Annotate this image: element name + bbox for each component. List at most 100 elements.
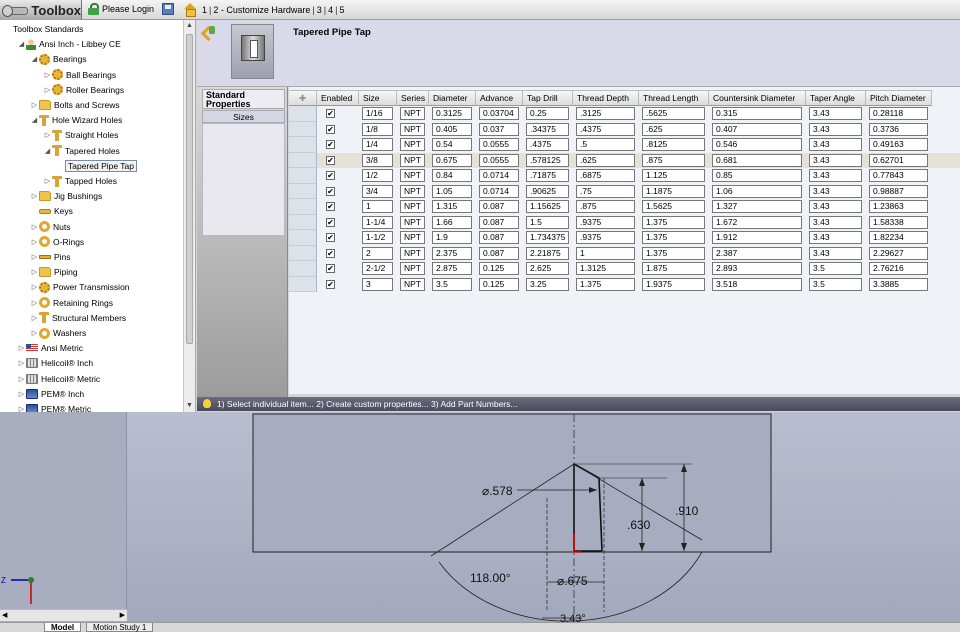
row-header[interactable] [289,276,317,292]
cell-tap-drill[interactable]: 2.625 [526,262,569,275]
cell-pitch[interactable]: 1.82234 [869,231,928,244]
cell-diameter[interactable]: 2.875 [432,262,472,275]
expand-icon[interactable]: ▷ [30,268,39,276]
expand-icon[interactable]: ▷ [43,86,52,94]
tree-item[interactable]: ▷ Retaining Rings [30,296,113,310]
cell-countersink[interactable]: 2.387 [712,246,802,260]
save-icon[interactable] [162,3,174,15]
standard-properties-header[interactable]: Standard Properties [202,89,285,109]
cell-size[interactable]: 3/4 [362,184,393,198]
cell-taper[interactable]: 3.43 [809,246,862,260]
cell-taper[interactable]: 3.5 [809,262,862,275]
expand-icon[interactable]: ▷ [30,329,39,337]
cell-taper[interactable]: 3.43 [809,122,862,136]
enabled-checkbox[interactable]: ✔ [326,171,335,180]
cell-pitch[interactable]: 0.28118 [869,107,928,120]
cell-tap-drill[interactable]: 0.25 [526,107,569,120]
tree-item[interactable]: ▷ Power Transmission [30,280,130,294]
cell-tap-drill[interactable]: .71875 [526,169,569,182]
row-header[interactable] [289,199,317,215]
cell-tap-drill[interactable]: .90625 [526,184,569,198]
expand-icon[interactable]: ▷ [17,344,26,352]
enabled-checkbox[interactable]: ✔ [326,279,335,289]
column-header[interactable]: Size [359,90,397,106]
tree-item[interactable]: ▷ PEM® Inch [17,387,84,401]
expand-icon[interactable]: ▷ [17,359,26,367]
cell-advance[interactable]: 0.087 [479,246,519,260]
tree-item[interactable]: ◢ Bearings [30,52,87,66]
tree-item[interactable]: ◢ Ansi Inch - Libbey CE [17,37,121,51]
enabled-checkbox[interactable]: ✔ [326,155,335,165]
cell-thread-depth[interactable]: 1.375 [576,277,635,291]
cell-countersink[interactable]: 0.407 [712,122,802,136]
enabled-checkbox[interactable]: ✔ [326,124,335,134]
cell-advance[interactable]: 0.0714 [479,169,519,182]
cell-thread-depth[interactable]: 1.3125 [576,262,635,275]
back-icon[interactable] [203,26,217,38]
cell-taper[interactable]: 3.43 [809,153,862,167]
column-header[interactable]: Taper Angle [806,90,866,106]
expand-icon[interactable]: ▷ [43,177,52,185]
cell-tap-drill[interactable]: .34375 [526,122,569,136]
cell-thread-length[interactable]: 1.9375 [642,277,705,291]
scroll-left-icon[interactable]: ◀ [2,611,7,619]
enabled-checkbox[interactable]: ✔ [326,140,335,149]
row-header[interactable] [289,137,317,153]
cell-diameter[interactable]: 2.375 [432,246,472,260]
expand-icon[interactable]: ▷ [30,223,39,231]
expand-icon[interactable]: ▷ [43,71,52,79]
cell-series[interactable]: NPT [400,262,425,275]
cell-thread-length[interactable]: .5625 [642,107,705,120]
tree-item[interactable]: ▷ Tapped Holes [43,174,117,188]
row-header[interactable] [289,214,317,230]
column-header[interactable]: Advance [476,90,523,106]
tree-item[interactable]: ▷ Ansi Metric [17,341,83,355]
cell-series[interactable]: NPT [400,215,425,229]
tree-scrollbar[interactable]: ▲ ▼ [183,20,195,412]
expand-icon[interactable]: ▷ [30,283,39,291]
cell-pitch[interactable]: 0.49163 [869,138,928,151]
cell-series[interactable]: NPT [400,231,425,244]
cell-thread-depth[interactable]: .9375 [576,231,635,244]
breadcrumb-step-5[interactable]: 5 [337,5,346,15]
cell-thread-length[interactable]: 1.1875 [642,184,705,198]
tree-item[interactable]: ▷ PEM® Metric [17,402,91,412]
cell-advance[interactable]: 0.087 [479,200,519,213]
expand-icon[interactable]: ▷ [17,375,26,383]
tree-item[interactable]: ▷ Jig Bushings [30,189,102,203]
login-button[interactable]: Please Login [88,3,154,15]
cell-pitch[interactable]: 1.23863 [869,200,928,213]
cell-size[interactable]: 3/8 [362,153,393,167]
cell-size[interactable]: 2 [362,246,393,260]
cell-countersink[interactable]: 3.518 [712,277,802,291]
scroll-up-icon[interactable]: ▲ [186,22,193,29]
column-header[interactable]: Enabled [317,90,359,106]
tree-item[interactable]: Keys [30,204,73,218]
cell-countersink[interactable]: 0.681 [712,153,802,167]
expand-icon[interactable]: ▷ [30,253,39,261]
expand-icon[interactable]: ▷ [17,405,26,412]
enabled-checkbox[interactable]: ✔ [326,109,335,118]
tree-item[interactable]: ◢ Tapered Holes [43,144,120,158]
expand-icon[interactable]: ▷ [43,131,52,139]
column-header[interactable]: Thread Depth [573,90,639,106]
cell-pitch[interactable]: 2.29627 [869,246,928,260]
cell-advance[interactable]: 0.037 [479,122,519,136]
cell-advance[interactable]: 0.03704 [479,107,519,120]
cell-size[interactable]: 1/16 [362,107,393,120]
cell-pitch[interactable]: 0.62701 [869,153,928,167]
cell-series[interactable]: NPT [400,169,425,182]
expand-icon[interactable]: ▷ [17,390,26,398]
row-header[interactable] [289,183,317,199]
cell-diameter[interactable]: 0.54 [432,138,472,151]
add-row-icon[interactable]: ✚ [289,90,317,106]
cell-countersink[interactable]: 0.85 [712,169,802,182]
breadcrumb-step-3[interactable]: 3 [315,5,324,15]
cell-thread-depth[interactable]: .3125 [576,107,635,120]
column-header[interactable]: Series [397,90,429,106]
cell-diameter[interactable]: 1.9 [432,231,472,244]
cell-thread-depth[interactable]: .9375 [576,215,635,229]
cell-thread-length[interactable]: 1.875 [642,262,705,275]
expand-icon[interactable]: ▷ [30,314,39,322]
cell-series[interactable]: NPT [400,246,425,260]
